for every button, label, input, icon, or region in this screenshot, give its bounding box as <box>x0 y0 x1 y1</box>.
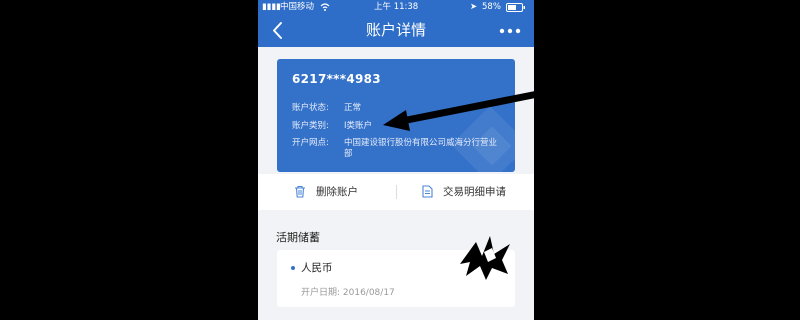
redaction-scribble-icon <box>460 236 510 280</box>
arrow-annotation-icon <box>383 88 552 131</box>
